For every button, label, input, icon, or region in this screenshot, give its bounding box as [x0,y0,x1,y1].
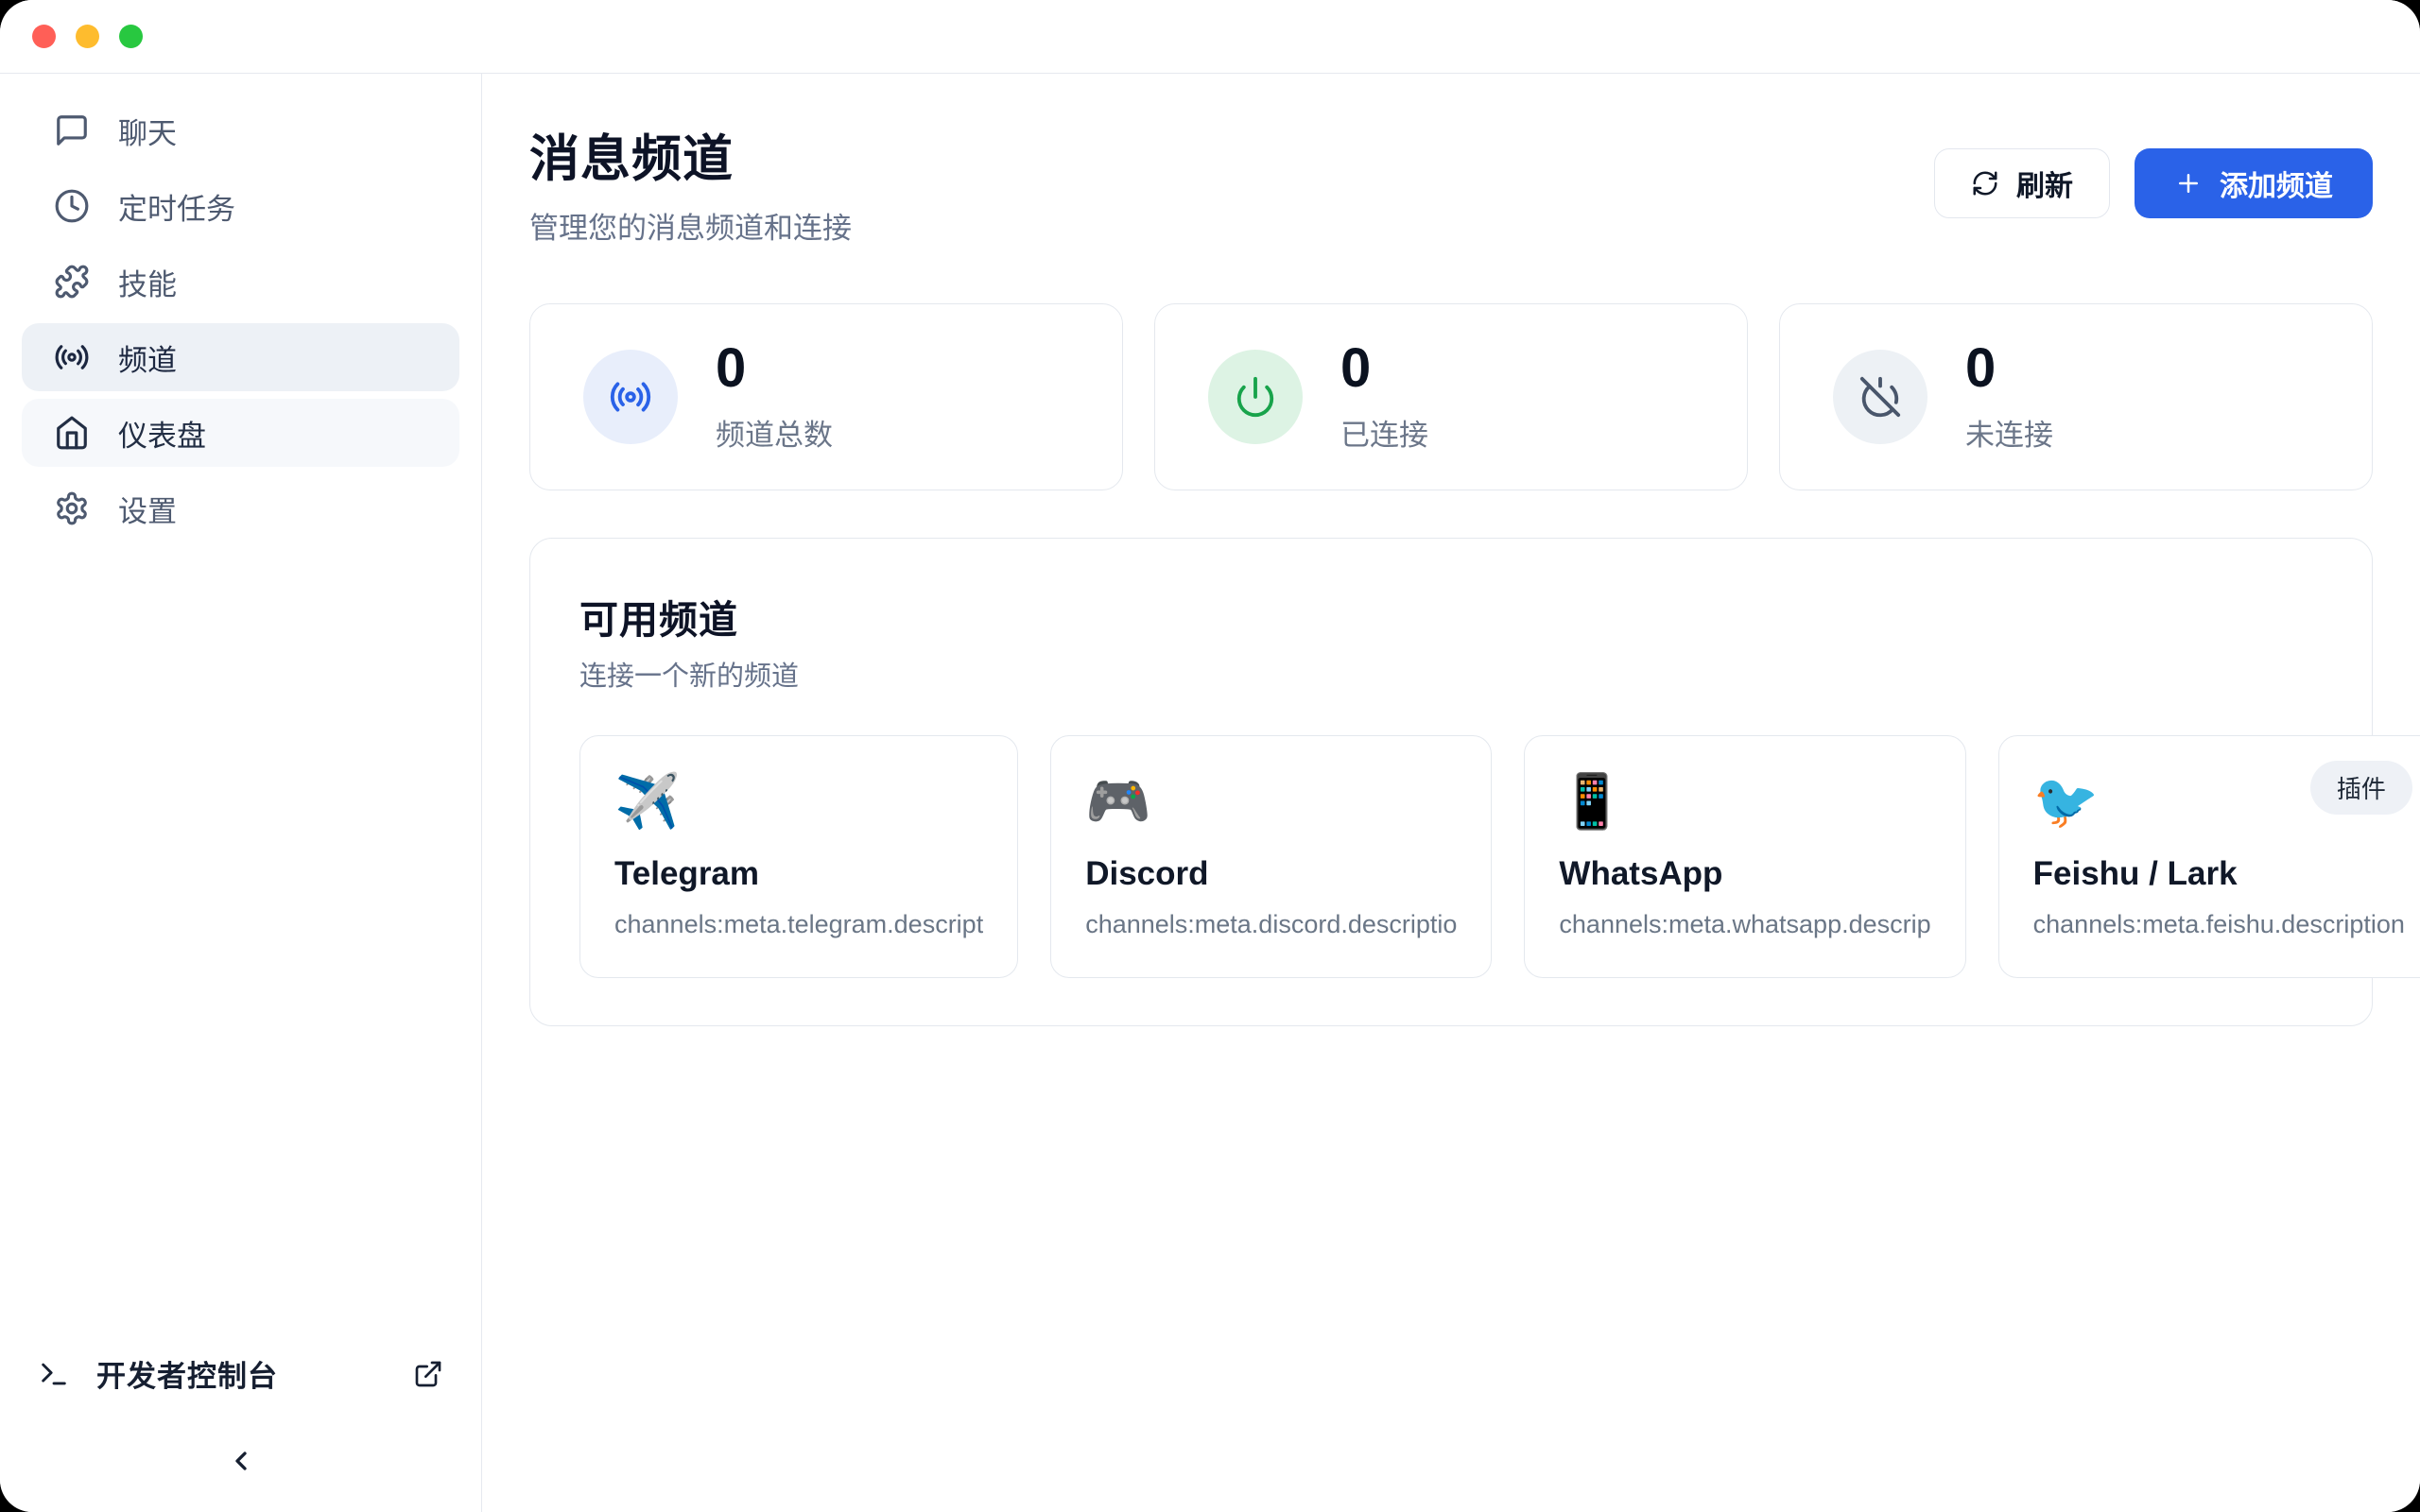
sidebar-item-label: 频道 [118,336,177,379]
plus-icon [2174,169,2203,198]
stat-card-connected: 0 已连接 [1154,303,1748,490]
sidebar-item-settings[interactable]: 设置 [22,474,459,542]
sidebar-item-scheduled-tasks[interactable]: 定时任务 [22,172,459,240]
external-link-icon[interactable] [413,1359,443,1389]
telegram-emoji-icon: ✈️ [614,772,983,831]
channel-name: Feishu / Lark [2033,855,2405,893]
radio-icon [54,339,90,375]
channel-card-feishu[interactable]: 插件 🐦 Feishu / Lark channels:meta.feishu.… [1998,735,2420,978]
stat-label: 未连接 [1965,411,2053,454]
sidebar-item-dashboard[interactable]: 仪表盘 [22,399,459,467]
channel-description: channels:meta.discord.descriptio [1085,910,1457,939]
page-subtitle: 管理您的消息频道和连接 [529,204,852,247]
refresh-icon [1971,169,1999,198]
sidebar-item-label: 定时任务 [118,185,235,228]
stat-card-total-channels: 0 频道总数 [529,303,1123,490]
stat-label: 已连接 [1340,411,1428,454]
sidebar-item-chat[interactable]: 聊天 [22,96,459,164]
stat-label: 频道总数 [716,411,833,454]
sidebar-footer: 开发者控制台 [0,1352,481,1512]
dev-console-label: 开发者控制台 [96,1352,413,1395]
power-icon [1234,375,1277,419]
sidebar-item-label: 聊天 [118,110,177,152]
stat-value: 0 [1340,341,1428,396]
sidebar-nav: 聊天 定时任务 技能 [0,74,481,1352]
power-off-icon [1858,375,1902,419]
puzzle-icon [54,264,90,300]
channel-card-telegram[interactable]: ✈️ Telegram channels:meta.telegram.descr… [579,735,1018,978]
stat-bubble [583,350,678,444]
home-icon [54,415,90,451]
plugin-badge: 插件 [2310,761,2412,815]
chevron-left-icon [226,1446,256,1476]
close-button[interactable] [32,25,56,48]
sidebar-item-label: 技能 [118,261,177,303]
channel-name: Discord [1085,855,1457,893]
stats-row: 0 频道总数 0 已连接 [529,303,2373,490]
stat-value: 0 [1965,341,2053,396]
channel-description: channels:meta.whatsapp.descrip [1559,910,1930,939]
sidebar: 聊天 定时任务 技能 [0,74,482,1512]
channel-card-whatsapp[interactable]: 📱 WhatsApp channels:meta.whatsapp.descri… [1524,735,1965,978]
channel-description: channels:meta.telegram.descript [614,910,983,939]
stat-bubble [1208,350,1303,444]
page-header: 消息频道 管理您的消息频道和连接 刷新 添加频道 [529,119,2373,247]
stat-card-disconnected: 0 未连接 [1779,303,2373,490]
terminal-icon [38,1358,70,1390]
stat-value: 0 [716,341,833,396]
refresh-button[interactable]: 刷新 [1934,148,2110,218]
titlebar [0,0,2420,74]
add-channel-button-label: 添加频道 [2220,163,2333,204]
dev-console-link[interactable]: 开发者控制台 [38,1352,443,1395]
add-channel-button[interactable]: 添加频道 [2135,148,2373,218]
sidebar-item-label: 仪表盘 [118,412,206,455]
zoom-button[interactable] [119,25,143,48]
available-channels-subtitle: 连接一个新的频道 [579,654,2323,694]
available-channels-title: 可用频道 [579,588,2323,644]
channel-card-discord[interactable]: 🎮 Discord channels:meta.discord.descript… [1050,735,1492,978]
discord-emoji-icon: 🎮 [1085,772,1457,831]
app-window: 聊天 定时任务 技能 [0,0,2420,1512]
channel-name: Telegram [614,855,983,893]
channel-name: WhatsApp [1559,855,1930,893]
channel-description: channels:meta.feishu.description [2033,910,2405,939]
channel-grid: ✈️ Telegram channels:meta.telegram.descr… [579,735,2323,978]
sidebar-collapse-button[interactable] [211,1435,271,1487]
main-content: 消息频道 管理您的消息频道和连接 刷新 添加频道 [482,74,2420,1512]
sidebar-item-skills[interactable]: 技能 [22,248,459,316]
message-square-icon [54,112,90,148]
clock-icon [54,188,90,224]
page-title: 消息频道 [529,119,852,191]
refresh-button-label: 刷新 [2016,163,2073,204]
sidebar-item-channels[interactable]: 频道 [22,323,459,391]
sidebar-item-label: 设置 [118,488,177,530]
stat-bubble [1833,350,1927,444]
available-channels-panel: 可用频道 连接一个新的频道 ✈️ Telegram channels:meta.… [529,538,2373,1026]
gear-icon [54,490,90,526]
whatsapp-emoji-icon: 📱 [1559,772,1930,831]
radio-icon [609,375,652,419]
minimize-button[interactable] [76,25,99,48]
